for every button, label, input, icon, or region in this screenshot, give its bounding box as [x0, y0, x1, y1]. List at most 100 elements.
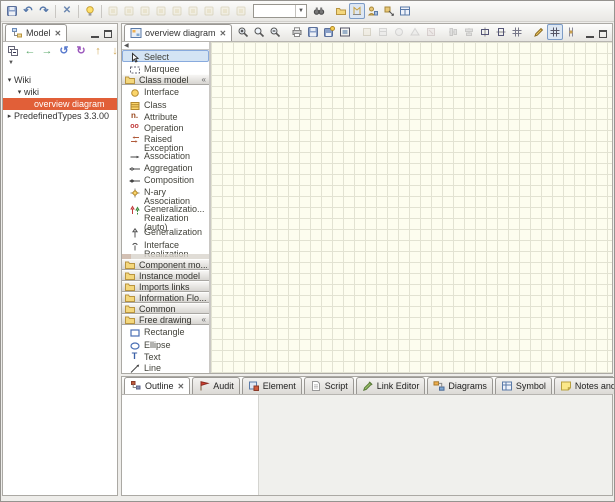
refresh-blue-button[interactable]: ↺ [56, 43, 72, 59]
delete-button[interactable]: ✕ [59, 3, 75, 19]
snap-pencil-button[interactable] [531, 24, 547, 40]
palette-item-aggregation[interactable]: Aggregation [122, 161, 209, 173]
diagram-tool-4-button[interactable] [407, 24, 423, 40]
center-horizontal-button[interactable] [477, 24, 493, 40]
export-image-button[interactable] [321, 24, 337, 40]
minimize-button[interactable] [586, 33, 594, 38]
quick-search-combo[interactable]: ▼ [253, 4, 307, 18]
collapse-chevron-icon[interactable]: « [202, 76, 207, 84]
palette-item-interface[interactable]: Interface [122, 85, 209, 97]
tree-item-wiki[interactable]: ▾wiki [3, 86, 117, 98]
tree-item-wiki[interactable]: ▾Wiki [3, 74, 117, 86]
close-icon[interactable]: ✕ [220, 29, 227, 38]
redo-button[interactable]: ↷ [36, 3, 52, 19]
print-button[interactable] [289, 24, 305, 40]
tab-audit[interactable]: Audit [192, 377, 240, 394]
center-vertical-button[interactable] [493, 24, 509, 40]
model-tool-7-button[interactable] [201, 3, 217, 19]
model-tool-5-button[interactable] [169, 3, 185, 19]
tab-outline[interactable]: Outline✕ [124, 377, 190, 394]
model-tool-4-button[interactable] [153, 3, 169, 19]
diagram-tool-3-button[interactable] [391, 24, 407, 40]
nav-back-button[interactable]: ← [22, 43, 38, 59]
tab-element[interactable]: Element [242, 377, 302, 394]
palette-section-common[interactable]: Common [122, 303, 209, 314]
open-folder-button[interactable] [333, 3, 349, 19]
tree-item-predefinedtypes-3-3-00[interactable]: ▸PredefinedTypes 3.3.00 [3, 110, 117, 122]
palette-item-raised-exception[interactable]: Raised Exception [122, 132, 209, 149]
zoom-out-button[interactable] [267, 24, 283, 40]
tab-overview-diagram[interactable]: overview diagram ✕ [124, 24, 232, 41]
hint-lightbulb-button[interactable] [82, 3, 98, 19]
model-tool-6-button[interactable] [185, 3, 201, 19]
nav-forward-button[interactable]: → [39, 43, 55, 59]
collapse-all-button[interactable] [5, 43, 21, 59]
maximize-button[interactable] [104, 30, 112, 38]
zoom-in-button[interactable] [235, 24, 251, 40]
view-tool-4-button[interactable] [397, 3, 413, 19]
show-grid-button[interactable] [547, 24, 563, 40]
diagram-canvas[interactable] [211, 42, 612, 373]
tab-model[interactable]: Model ✕ [5, 24, 67, 41]
close-icon[interactable]: ✕ [55, 29, 62, 38]
triangle-left-icon[interactable]: ◀ [124, 42, 129, 49]
diagram-tool-1-button[interactable] [359, 24, 375, 40]
tab-notes-and-constraints[interactable]: Notes and constraints [554, 377, 615, 394]
palette-item-generalization[interactable]: Generalization [122, 225, 209, 237]
tab-diagrams[interactable]: Diagrams [427, 377, 493, 394]
search-binoculars-button[interactable] [311, 3, 327, 19]
zoom-actual-button[interactable] [251, 24, 267, 40]
collapse-chevron-icon[interactable]: « [202, 316, 207, 324]
palette-item-interface-realization[interactable]: Interface Realization [122, 238, 209, 255]
palette-section-free-drawing[interactable]: Free drawing« [122, 314, 209, 325]
snap-to-grid-button[interactable] [563, 24, 579, 40]
align-vertical-button[interactable] [461, 24, 477, 40]
palette-item-select[interactable]: Select [122, 50, 209, 62]
tab-script[interactable]: Script [304, 377, 354, 394]
palette-item-association[interactable]: Association [122, 149, 209, 161]
model-tool-3-button[interactable] [137, 3, 153, 19]
palette-item-n-ary-association[interactable]: N-ary Association [122, 185, 209, 202]
palette-item-attribute[interactable]: n.Attribute [122, 110, 209, 121]
fit-to-window-button[interactable] [337, 24, 353, 40]
chevron-down-icon[interactable]: ▼ [8, 60, 14, 66]
view-tool-2-button[interactable] [365, 3, 381, 19]
palette-item-rectangle[interactable]: Rectangle [122, 325, 209, 337]
palette-section-imports-links[interactable]: Imports links [122, 281, 209, 292]
view-tool-3-button[interactable] [381, 3, 397, 19]
palette-section-instance-model[interactable]: Instance model [122, 270, 209, 281]
maximize-button[interactable] [599, 30, 607, 38]
tree-item-overview-diagram[interactable]: overview diagram [3, 98, 117, 110]
save-button[interactable] [4, 3, 20, 19]
palette-item-text[interactable]: TText [122, 350, 209, 361]
refresh-purple-button[interactable]: ↻ [73, 43, 89, 59]
close-icon[interactable]: ✕ [178, 382, 185, 391]
palette-section-component-mo[interactable]: Component mo... [122, 259, 209, 270]
undo-button[interactable]: ↶ [20, 3, 36, 19]
palette-item-ellipse[interactable]: Ellipse [122, 338, 209, 350]
tab-link-editor[interactable]: Link Editor [356, 377, 426, 394]
palette-item-composition[interactable]: Composition [122, 173, 209, 185]
model-tool-8-button[interactable] [217, 3, 233, 19]
expand-arrow-icon[interactable]: ▾ [5, 76, 14, 84]
align-horizontal-button[interactable] [445, 24, 461, 40]
move-up-button[interactable]: ↑ [90, 43, 106, 59]
collapse-arrow-icon[interactable]: ▸ [5, 112, 14, 120]
tab-symbol[interactable]: Symbol [495, 377, 552, 394]
palette-section-information-flo[interactable]: Information Flo... [122, 292, 209, 303]
chevron-down-icon[interactable]: ▼ [295, 5, 306, 17]
palette-item-line[interactable]: Line [122, 361, 209, 373]
expand-arrow-icon[interactable]: ▾ [15, 88, 24, 96]
palette-item-operation[interactable]: ooOperation [122, 121, 209, 132]
model-tool-9-button[interactable] [233, 3, 249, 19]
grid-columns-button[interactable] [509, 24, 525, 40]
diagram-tool-2-button[interactable] [375, 24, 391, 40]
palette-item-marquee[interactable]: Marquee [122, 62, 209, 74]
minimize-button[interactable] [91, 33, 99, 38]
palette-item-class[interactable]: Class [122, 98, 209, 110]
palette-item-generalizatio-realization-auto[interactable]: Generalizatio... Realization (auto) [122, 202, 209, 225]
save-diagram-button[interactable] [305, 24, 321, 40]
palette-section-class-model[interactable]: Class model« [122, 74, 209, 85]
model-tool-2-button[interactable] [121, 3, 137, 19]
diagram-tool-5-button[interactable] [423, 24, 439, 40]
